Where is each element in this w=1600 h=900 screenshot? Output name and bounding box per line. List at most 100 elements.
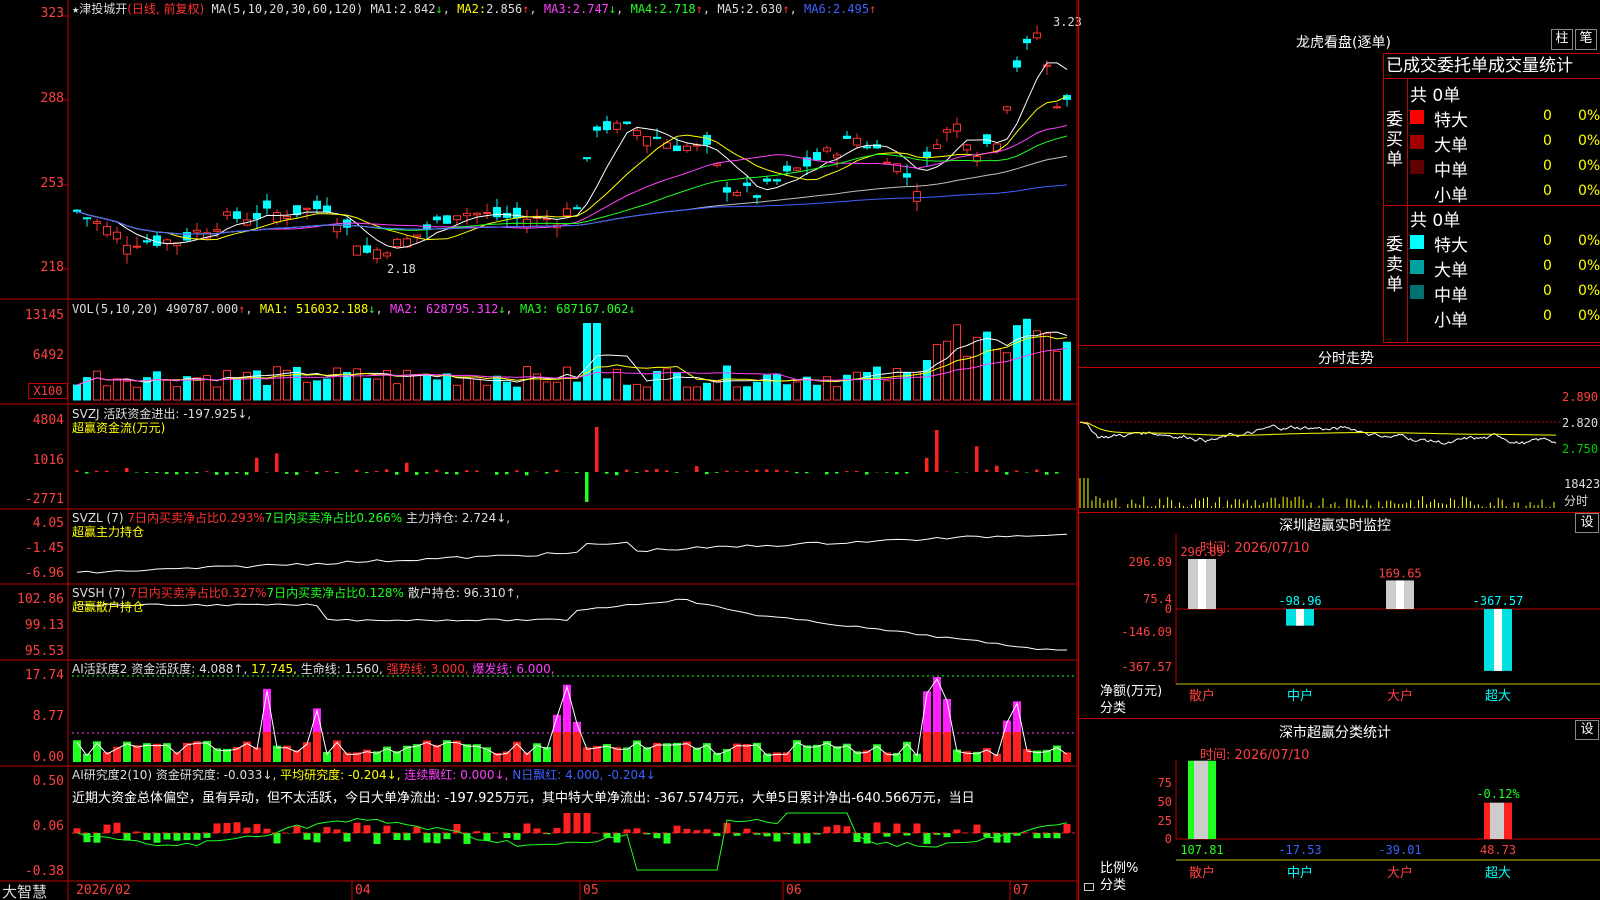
- svsh-t2: 7日内买卖净占比0.128%: [266, 586, 404, 600]
- stock-period[interactable]: (日线, 前复权): [127, 2, 204, 16]
- class-category-label: 超大: [1485, 866, 1511, 881]
- main-chart-canvas[interactable]: [0, 0, 1078, 900]
- svsh-line2: 超赢散户持仓: [72, 600, 145, 614]
- bar-view-button[interactable]: 柱: [1551, 29, 1573, 50]
- activity-bar: [193, 741, 201, 762]
- volume-bar: [843, 374, 851, 401]
- fund-flow-bar: [935, 430, 939, 472]
- activity-bar: [1003, 732, 1011, 762]
- candle-body: [253, 213, 261, 220]
- sz-monitor-settings-button[interactable]: 设: [1575, 513, 1599, 533]
- date-axis-jul: 07: [1013, 883, 1029, 898]
- vol-unit-button[interactable]: X100: [28, 383, 68, 399]
- volume-bar: [363, 377, 371, 401]
- volume-bar: [313, 380, 321, 401]
- candle-body: [323, 205, 331, 213]
- candle-body: [653, 136, 661, 139]
- ma-params: MA(5,10,20,30,60,120): [211, 2, 364, 16]
- fund-flow-bar: [205, 471, 209, 472]
- ai-active-t2: 17.745,: [251, 662, 297, 676]
- research-bar: [913, 823, 921, 833]
- fund-flow-bar: [515, 470, 519, 472]
- research-bar: [973, 824, 981, 833]
- sz-class-settings-button[interactable]: 设: [1575, 720, 1599, 740]
- volume-bar: [153, 371, 161, 401]
- candle-body: [573, 207, 581, 210]
- order-stat-tabs[interactable]: 已成交委托单成交量统计: [1383, 53, 1600, 79]
- candle-body: [933, 144, 941, 150]
- svzl-t3: 主力持仓: 2.724↓,: [406, 511, 511, 525]
- volume-bar: [953, 324, 961, 401]
- volume-bar: [753, 381, 761, 401]
- candle-body: [1023, 38, 1031, 44]
- fund-flow-bar: [985, 469, 989, 472]
- volume-bar: [513, 386, 521, 401]
- date-axis-feb: 2026/02: [76, 883, 131, 898]
- sell-swatch: [1410, 260, 1424, 274]
- candle-body: [773, 179, 781, 182]
- volume-bar: [1013, 325, 1021, 401]
- intraday-chart[interactable]: [1078, 368, 1600, 512]
- fund-flow-bar: [765, 469, 769, 472]
- sell-swatch: [1410, 285, 1424, 299]
- volume-bar: [323, 378, 331, 401]
- candle-body: [793, 167, 801, 171]
- candle-body: [603, 121, 611, 131]
- activity-bar: [673, 742, 681, 762]
- intraday-top-border: [1078, 345, 1600, 346]
- candle-body: [723, 187, 731, 193]
- activity-bar: [573, 732, 581, 762]
- buy-row: 大单 0 0%: [1410, 131, 1600, 156]
- buy-swatch: [1410, 135, 1424, 149]
- intraday-axis-top: 2.890: [1562, 390, 1599, 404]
- monitor-axis-label: -367.57: [1121, 660, 1172, 674]
- research-bar: [443, 833, 451, 840]
- sell-pct: 0%: [1578, 308, 1600, 324]
- fund-flow-bar: [185, 472, 189, 474]
- svzj-line1: SVZJ 活跃资金进出: -197.925↓,: [72, 407, 252, 421]
- tick-view-button[interactable]: 笔: [1575, 29, 1597, 50]
- svzl-axis-mid: -1.45: [24, 541, 64, 556]
- ma3-value: 2.747: [572, 2, 609, 16]
- intraday-title: 分时走势: [1318, 351, 1374, 367]
- sz-monitor-title: 深圳超赢实时监控: [1279, 518, 1391, 534]
- intraday-axis-bot: 2.750: [1562, 442, 1599, 456]
- fund-flow-bar: [295, 472, 299, 475]
- research-bar: [873, 822, 881, 833]
- sell-label: 大单: [1434, 261, 1468, 281]
- volume-bar: [623, 384, 631, 401]
- research-bar: [633, 828, 641, 833]
- ai-research-header: AI研究度2(10) 资金研究度: -0.033↓, 平均研究度: -0.204…: [72, 768, 656, 782]
- svzj-axis-top: 4804: [32, 413, 64, 428]
- buy-pct: 0%: [1578, 133, 1600, 149]
- volume-bar: [593, 323, 601, 401]
- fund-flow-bar: [555, 469, 559, 472]
- research-bar: [573, 813, 581, 833]
- volume-bar: [873, 366, 881, 401]
- research-bar: [523, 823, 531, 833]
- sell-row: 大单 0 0%: [1410, 256, 1600, 281]
- ma4-value: 2.718: [659, 2, 696, 16]
- fund-flow-bar: [125, 467, 129, 472]
- fund-flow-bar: [925, 457, 929, 472]
- fund-flow-bar: [455, 472, 459, 475]
- volume-bar: [703, 382, 711, 401]
- ma2-label: MA2:: [457, 2, 487, 16]
- research-bar: [663, 833, 671, 844]
- price-axis-253: 253: [40, 176, 64, 191]
- monitor-bar-highlight: [1198, 559, 1206, 609]
- fund-flow-bar: [415, 472, 419, 475]
- monitor-bar: [1386, 580, 1414, 609]
- fund-flow-bar: [1035, 469, 1039, 472]
- research-bar: [253, 823, 261, 833]
- dragon-tiger-title: 龙虎看盘(逐单): [1296, 35, 1391, 51]
- volume-bar: [913, 371, 921, 401]
- research-bar: [623, 829, 631, 833]
- volume-bar: [223, 370, 231, 401]
- candle-body: [763, 178, 771, 182]
- volume-bar: [273, 366, 281, 401]
- sz-class-chart[interactable]: 75 50 25 0 107.81 散户 -17.53 中户 -39.01 大户 48.73 超大 -0…: [1078, 740, 1600, 900]
- research-bar: [763, 833, 771, 837]
- app-name-label[interactable]: 大智慧: [2, 881, 47, 900]
- research-bar: [203, 833, 211, 838]
